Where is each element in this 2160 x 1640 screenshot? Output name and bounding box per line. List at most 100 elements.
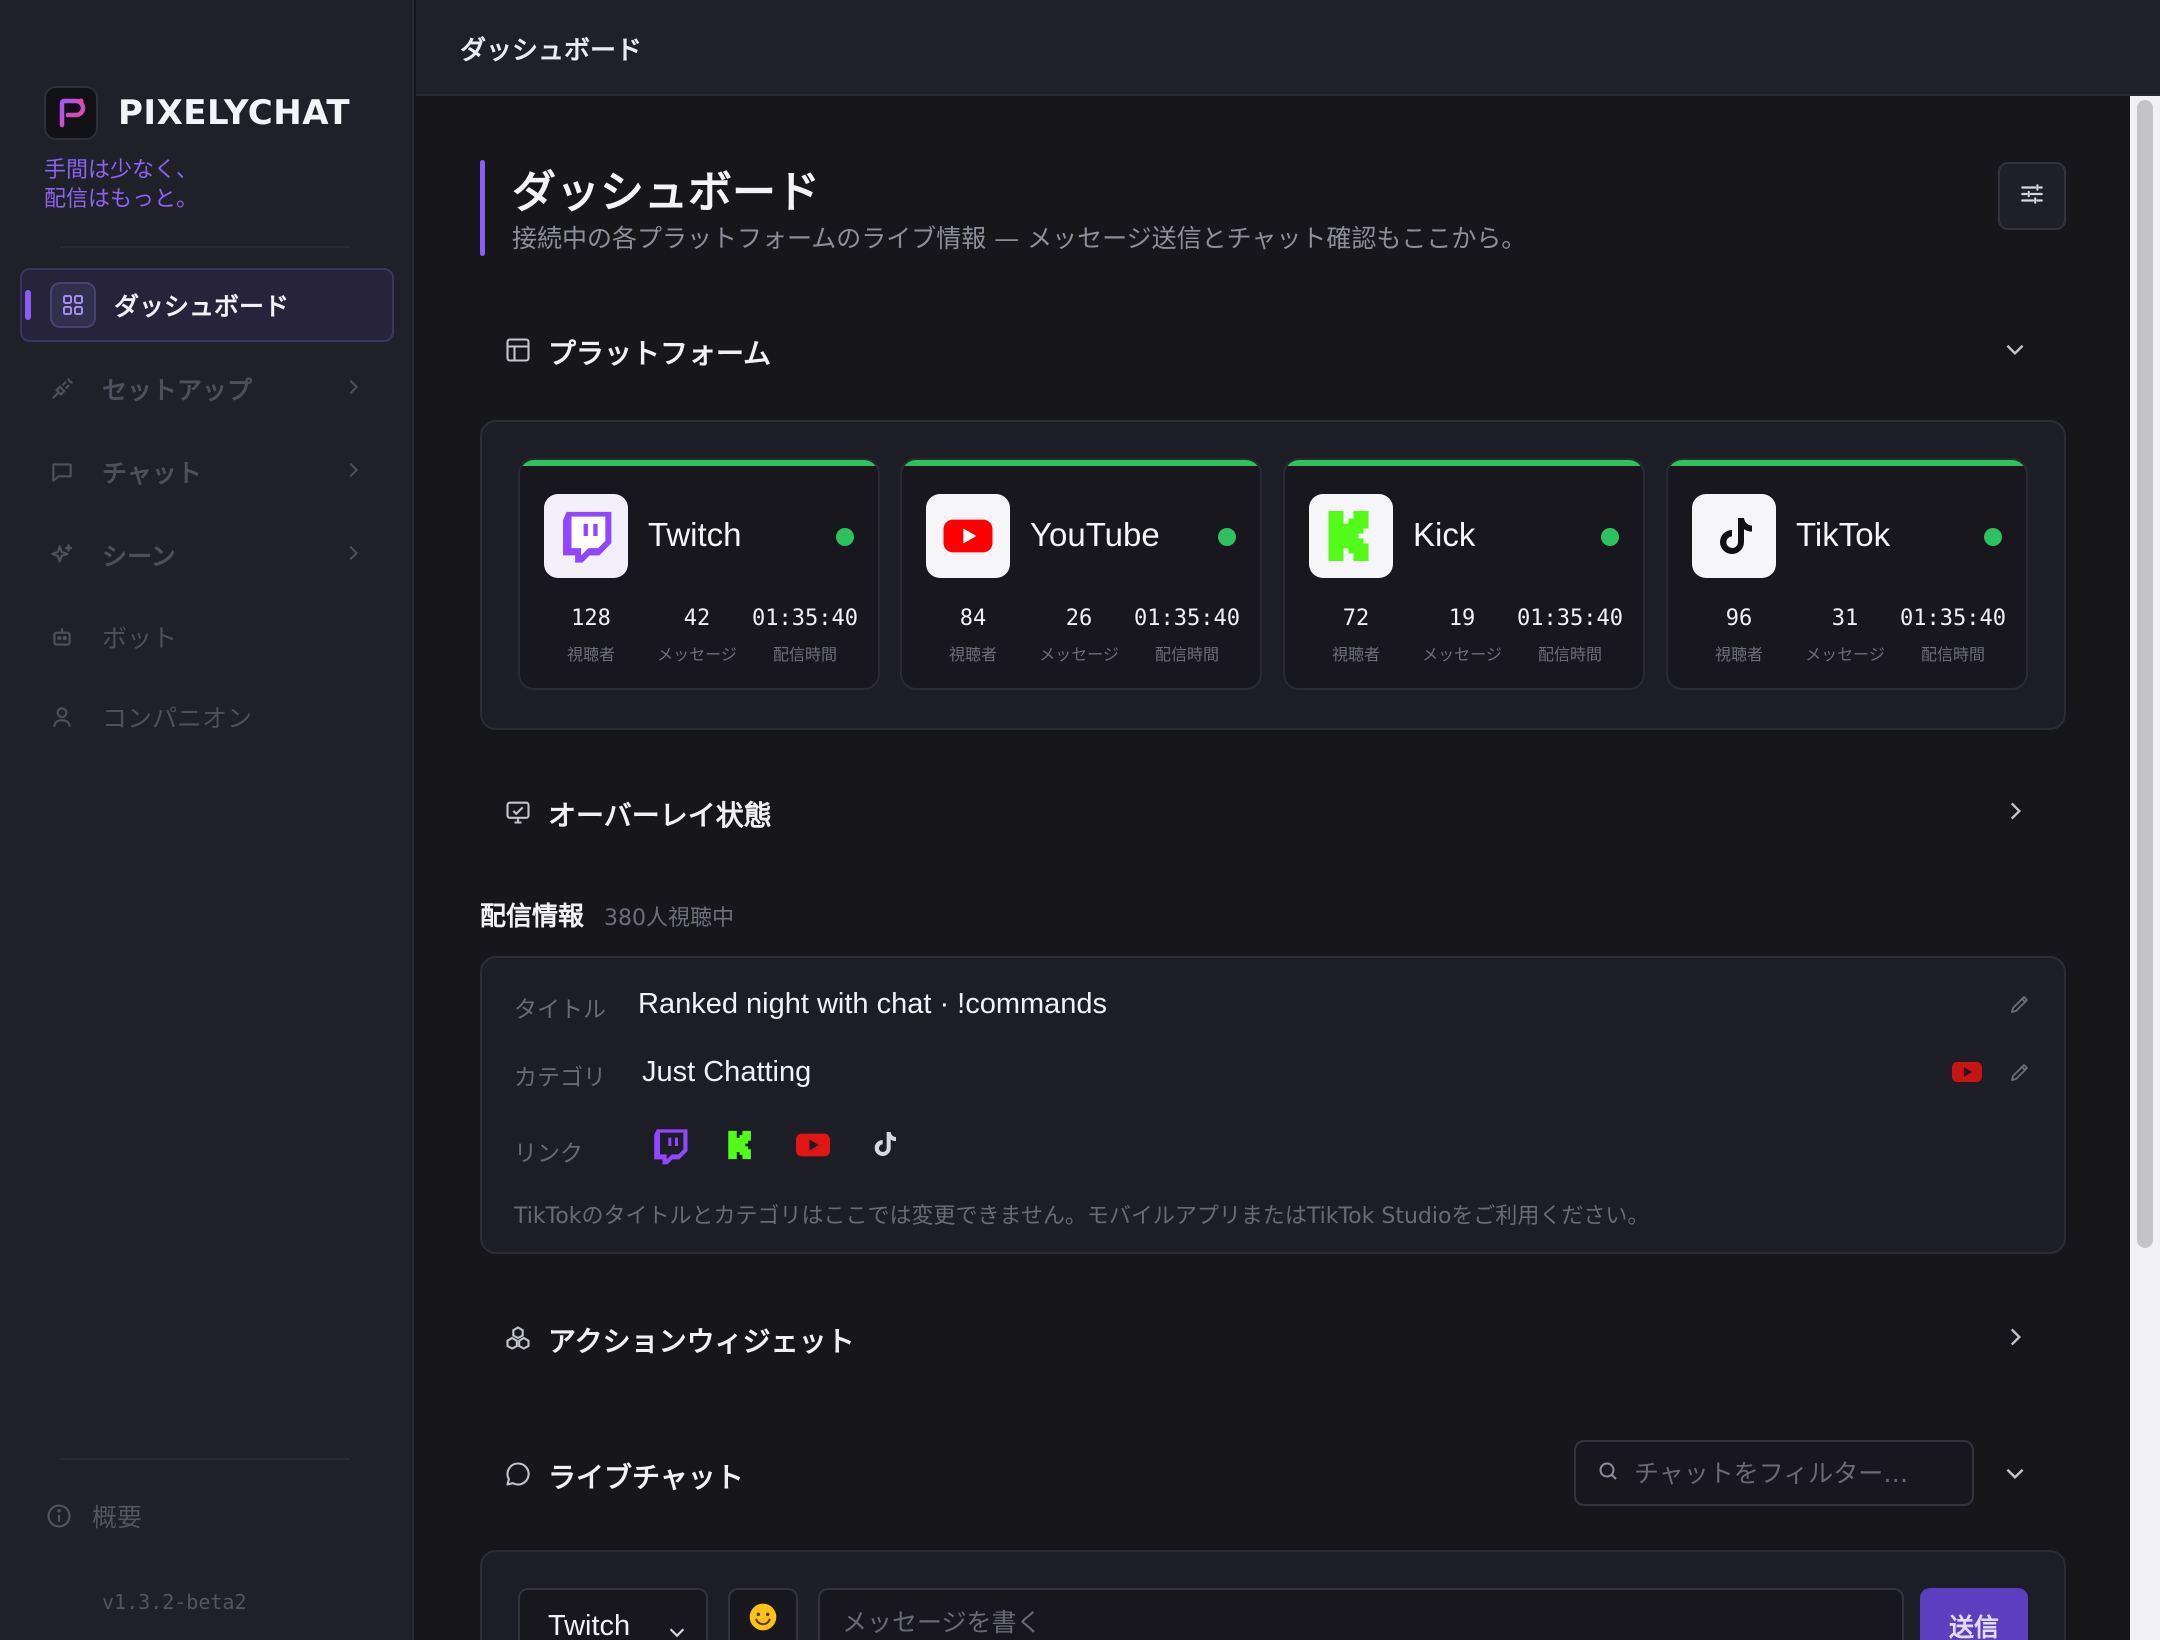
chevron-down-icon[interactable] <box>2002 336 2028 366</box>
online-status-dot <box>1218 528 1236 546</box>
platform-card-youtube[interactable]: YouTube 84 視聴者 26 メッセージ 01:35:40 配信時間 <box>900 458 1262 690</box>
platform-card-kick[interactable]: Kick 72 視聴者 19 メッセージ 01:35:40 配信時間 <box>1283 458 1645 690</box>
message-composer[interactable] <box>818 1588 1904 1640</box>
chat-bubble-icon <box>42 452 82 492</box>
chat-filter[interactable] <box>1574 1440 1974 1506</box>
scrollbar-thumb[interactable] <box>2137 100 2153 1248</box>
customize-button[interactable] <box>1998 162 2066 230</box>
sidebar-item-label: セットアップ <box>102 376 253 405</box>
chevron-right-icon <box>342 376 364 402</box>
youtube-category-icon <box>1952 1060 1982 1088</box>
sidebar-item-label: ダッシュボード <box>114 292 290 321</box>
stat-value: 128 <box>571 606 611 631</box>
sidebar-item-setup[interactable]: セットアップ <box>20 352 394 426</box>
brand[interactable]: PIXELYCHAT <box>44 86 350 140</box>
chevron-right-icon[interactable] <box>2002 798 2028 828</box>
platform-card-tiktok[interactable]: TikTok 96 視聴者 31 メッセージ 01:35:40 配信時間 <box>1666 458 2028 690</box>
section-overlay-header[interactable]: オーバーレイ状態 <box>504 794 772 834</box>
widgets-icon <box>504 1324 532 1356</box>
chevron-down-icon[interactable] <box>2002 1460 2028 1490</box>
search-icon <box>1596 1459 1620 1487</box>
sidebar-item-scenes[interactable]: シーン <box>20 518 394 592</box>
stat-viewers: 128 視聴者 <box>536 606 646 665</box>
online-status-dot <box>836 528 854 546</box>
platform-select[interactable]: Twitch <box>518 1588 708 1640</box>
section-platforms-header[interactable]: プラットフォーム <box>504 332 771 372</box>
youtube-link-icon[interactable] <box>796 1132 830 1162</box>
platform-select-value: Twitch <box>548 1610 631 1640</box>
smiley-icon <box>747 1601 779 1637</box>
platform-card-twitch[interactable]: Twitch 128 視聴者 42 メッセージ 01:35:40 配信時間 <box>518 458 880 690</box>
section-action-widgets-header[interactable]: アクションウィジェット <box>504 1320 855 1360</box>
stat-label: メッセージ <box>1422 645 1502 664</box>
stat-label: 視聴者 <box>1714 645 1763 664</box>
online-status-dot <box>1984 528 2002 546</box>
twitch-link-icon[interactable] <box>650 1126 690 1170</box>
stat-value: 72 <box>1342 606 1370 631</box>
stat-value: 26 <box>1065 606 1093 631</box>
sparkles-icon <box>42 535 82 575</box>
bot-icon <box>42 617 82 657</box>
tagline-line-2: 配信はもっと。 <box>44 187 199 212</box>
kick-link-icon[interactable] <box>724 1128 758 1166</box>
status-strip <box>520 460 878 466</box>
chevron-right-icon <box>342 542 364 568</box>
stat-uptime: 01:35:40 配信時間 <box>750 606 860 665</box>
stat-value: 01:35:40 <box>1900 606 2006 631</box>
message-input[interactable] <box>842 1608 1842 1637</box>
sidebar-item-label: 概要 <box>92 1503 143 1532</box>
title-accent-bar <box>480 160 485 256</box>
section-title: ライブチャット <box>548 1461 744 1494</box>
emoji-button[interactable] <box>728 1588 798 1640</box>
sidebar-item-bot[interactable]: ボット <box>20 600 394 674</box>
edit-category-pencil-icon[interactable] <box>2008 1060 2032 1088</box>
links-label: リンク <box>514 1141 583 1167</box>
stat-label: メッセージ <box>1039 645 1119 664</box>
page-title: ダッシュボード <box>512 167 820 218</box>
chat-filter-input[interactable] <box>1634 1458 1954 1488</box>
section-title: プラットフォーム <box>548 337 772 370</box>
platform-name: Kick <box>1413 516 1476 553</box>
stream-category-value[interactable]: Just Chatting <box>642 1056 811 1089</box>
chevron-right-icon <box>342 459 364 485</box>
sliders-icon <box>2019 181 2045 211</box>
stat-messages: 19 メッセージ <box>1407 606 1517 665</box>
user-icon <box>42 697 82 737</box>
send-button[interactable]: 送信 <box>1920 1588 2028 1640</box>
stream-title-value[interactable]: Ranked night with chat · !commands <box>638 988 1107 1021</box>
stat-value: 01:35:40 <box>1517 606 1623 631</box>
chevron-right-icon[interactable] <box>2002 1324 2028 1354</box>
sidebar-item-companion[interactable]: コンパニオン <box>20 680 394 754</box>
status-strip <box>1668 460 2026 466</box>
stat-value: 31 <box>1831 606 1859 631</box>
info-icon <box>44 1501 74 1531</box>
stat-uptime: 01:35:40 配信時間 <box>1515 606 1625 665</box>
stat-messages: 26 メッセージ <box>1024 606 1134 665</box>
tiktok-link-icon[interactable] <box>868 1128 900 1164</box>
section-title: アクションウィジェット <box>548 1325 855 1358</box>
sidebar-item-dashboard[interactable]: ダッシュボード <box>20 268 394 342</box>
stat-value: 01:35:40 <box>752 606 858 631</box>
topbar-title: ダッシュボード <box>460 36 643 66</box>
layout-icon <box>504 336 532 368</box>
youtube-icon <box>926 494 1010 578</box>
stat-label: 配信時間 <box>772 645 837 664</box>
stat-label: 配信時間 <box>1920 645 1985 664</box>
sidebar-item-about[interactable]: 概要 <box>44 1498 142 1534</box>
chevron-down-icon <box>666 1618 688 1640</box>
stat-value: 84 <box>959 606 987 631</box>
stat-value: 19 <box>1448 606 1476 631</box>
section-live-chat-header[interactable]: ライブチャット <box>504 1456 744 1496</box>
plug-icon <box>42 369 82 409</box>
edit-title-pencil-icon[interactable] <box>2008 992 2032 1020</box>
page-subtitle: 接続中の各プラットフォームのライブ情報 — メッセージ送信とチャット確認もここか… <box>512 224 1527 253</box>
stat-value: 42 <box>683 606 711 631</box>
status-strip <box>902 460 1260 466</box>
sidebar-divider <box>60 246 350 248</box>
kick-icon <box>1309 494 1393 578</box>
stat-viewers: 84 視聴者 <box>918 606 1028 665</box>
sidebar-item-chat[interactable]: チャット <box>20 435 394 509</box>
chat-bubble-icon <box>504 1460 532 1492</box>
sidebar-item-label: コンパニオン <box>102 704 253 733</box>
sidebar-divider <box>60 1458 350 1460</box>
